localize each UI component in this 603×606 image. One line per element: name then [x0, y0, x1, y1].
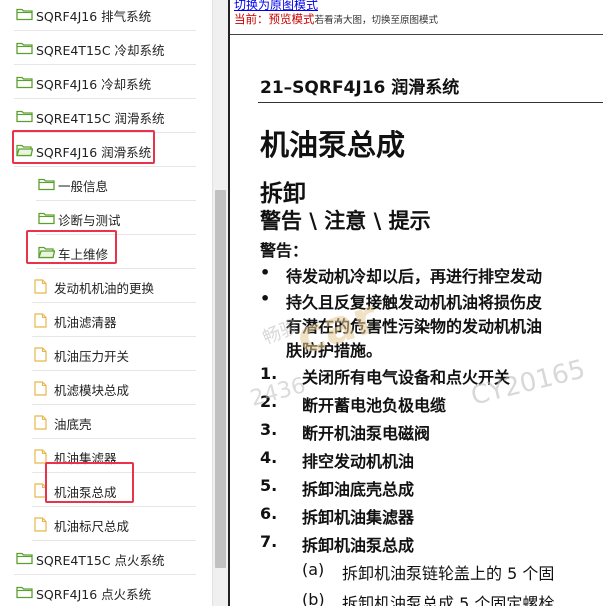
warning-label: 警告：	[260, 241, 309, 260]
document-icon	[34, 517, 47, 532]
tree-item-label: 一般信息	[58, 179, 109, 194]
highlight-box-lubrication-system	[12, 130, 155, 164]
tree-item[interactable]: SQRF4J16 排气系统	[0, 0, 206, 31]
tree-item[interactable]: 机油压力开关	[0, 337, 206, 371]
tree-item-label: 机油标尺总成	[54, 519, 130, 534]
mode-label: 当前：	[234, 12, 269, 26]
tree-scrollbar[interactable]	[212, 0, 228, 606]
tree-item[interactable]: 机油标尺总成	[0, 507, 206, 541]
mode-name: 预览模式	[268, 12, 315, 26]
divider	[230, 34, 603, 35]
scrollbar-thumb[interactable]	[215, 190, 226, 568]
tree-item-label: 机滤模块总成	[54, 383, 130, 398]
folder-icon	[16, 551, 33, 565]
tree-item-label: 机油压力开关	[54, 349, 130, 364]
tree-item[interactable]: SQRE4T15C 冷却系统	[0, 31, 206, 65]
document-viewer: 切换为原图模式 当前：预览模式若看清大图，切换至原图模式 21–SQRF4J16…	[228, 0, 603, 606]
tree-item[interactable]: 机滤模块总成	[0, 371, 206, 405]
document-icon	[34, 279, 47, 294]
folder-icon	[16, 109, 33, 123]
document-icon	[34, 313, 47, 328]
mode-status: 当前：预览模式若看清大图，切换至原图模式	[234, 11, 438, 27]
folder-icon	[38, 177, 55, 191]
folder-icon	[16, 7, 33, 21]
tree-item-label: SQRE4T15C 点火系统	[36, 553, 165, 568]
tree-item-label: SQRE4T15C 润滑系统	[36, 111, 165, 126]
highlight-box-oil-pump	[45, 462, 134, 503]
tree-item[interactable]: SQRE4T15C 点火系统	[0, 541, 206, 575]
tree-item-label: 机油滤清器	[54, 315, 117, 330]
tree-item[interactable]: SQRF4J16 冷却系统	[0, 65, 206, 99]
mode-hint: 若看清大图，切换至原图模式	[314, 15, 439, 26]
tree-item[interactable]: SQRF4J16 点火系统	[0, 575, 206, 606]
tree-item-label: SQRF4J16 冷却系统	[36, 77, 152, 92]
folder-icon	[16, 585, 33, 599]
tree-item-label: 油底壳	[54, 417, 92, 432]
navigation-tree: SQRF4J16 排气系统 SQRE4T15C 冷却系统 SQRF4J16 冷却系统…	[0, 0, 212, 606]
warning-heading: 警告 \ 注意 \ 提示	[260, 209, 431, 233]
tree-item-label: 诊断与测试	[58, 213, 121, 228]
tree-item[interactable]: 一般信息	[0, 167, 206, 201]
tree-item[interactable]: 发动机机油的更换	[0, 269, 206, 303]
header-rule	[258, 102, 603, 103]
tree-item-label: SQRF4J16 点火系统	[36, 587, 152, 602]
page-title: 机油泵总成	[260, 128, 406, 162]
tree-item[interactable]: 油底壳	[0, 405, 206, 439]
page-subtitle: 拆卸	[260, 181, 306, 207]
tree-item-label: SQRE4T15C 冷却系统	[36, 43, 165, 58]
document-icon	[34, 381, 47, 396]
document-icon	[34, 347, 47, 362]
folder-icon	[16, 41, 33, 55]
bullet-continuation: 肤防护措施。	[286, 341, 383, 360]
section-header: 21–SQRF4J16 润滑系统	[260, 78, 460, 98]
bullet-continuation: 有潜在的危害性污染物的发动机机油	[286, 317, 543, 336]
tree-item[interactable]: 机油滤清器	[0, 303, 206, 337]
folder-icon	[16, 75, 33, 89]
tree-item-label: 发动机机油的更换	[54, 281, 155, 296]
highlight-box-onboard-repair	[26, 230, 117, 264]
folder-icon	[38, 211, 55, 225]
tree-item[interactable]: SQRE4T15C 润滑系统	[0, 99, 206, 133]
document-icon	[34, 415, 47, 430]
tree-item-label: SQRF4J16 排气系统	[36, 9, 152, 24]
